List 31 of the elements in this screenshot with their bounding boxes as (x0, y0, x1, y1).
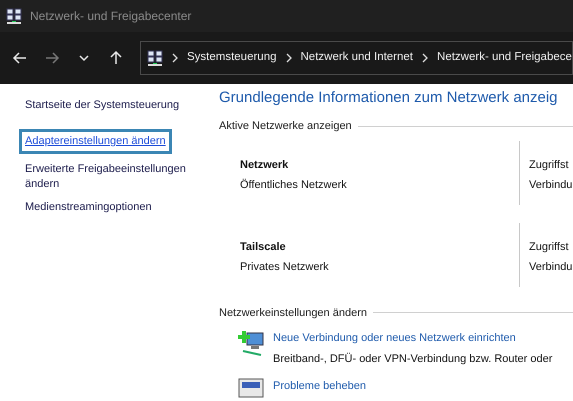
window-title: Netzwerk- und Freigabecenter (30, 8, 192, 25)
section-title: Aktive Netzwerke anzeigen (219, 119, 352, 134)
network-detail: Verbindu (529, 260, 572, 275)
up-arrow-icon (108, 50, 124, 66)
sidebar-link[interactable]: Erweiterte Freigabeeinstellungen ändern (19, 162, 205, 192)
network-type: Öffentliches Netzwerk (240, 178, 348, 193)
breadcrumb[interactable]: Netzwerk- und Freigabece (437, 49, 572, 67)
left-arrow-icon (12, 50, 28, 66)
chevron-icon (284, 53, 292, 63)
network-name: Tailscale (240, 240, 287, 254)
task-description: Breitband-, DFÜ- oder VPN-Verbindung bzw. Router oder (273, 352, 552, 366)
network-icon (6, 8, 22, 24)
task-link[interactable]: Probleme beheben (273, 378, 366, 394)
breadcrumb[interactable]: Systemsteuerung (187, 49, 276, 67)
address-bar[interactable]: Systemsteuerung Netzwerk und Internet Netzwerk- und Freigabece (140, 41, 573, 75)
page-heading: Grundlegende Informationen zum Netzwerk anzeig (219, 88, 559, 108)
sidebar-link[interactable]: Medienstreamingoptionen (19, 200, 212, 215)
task-link[interactable]: Neue Verbindung oder neues Netzwerk einrichten (273, 330, 552, 346)
breadcrumb[interactable]: Netzwerk und Internet (300, 49, 414, 67)
network-type: Privates Netzwerk (240, 260, 330, 275)
section-title: Netzwerkeinstellungen ändern (219, 306, 367, 320)
network-detail: Zugriffst (529, 158, 570, 172)
chevron-icon (171, 53, 179, 63)
network-icon (147, 50, 163, 66)
sidebar-link[interactable]: Startseite der Systemsteuerung (19, 98, 212, 113)
sidebar-link[interactable]: Adaptereinstellungen ändern (19, 129, 172, 154)
right-arrow-icon (44, 50, 60, 66)
chevron-icon (421, 53, 430, 63)
network-detail: Verbindu (529, 178, 572, 193)
network-detail: Zugriffst (529, 240, 570, 254)
network-name: Netzwerk (240, 158, 290, 172)
